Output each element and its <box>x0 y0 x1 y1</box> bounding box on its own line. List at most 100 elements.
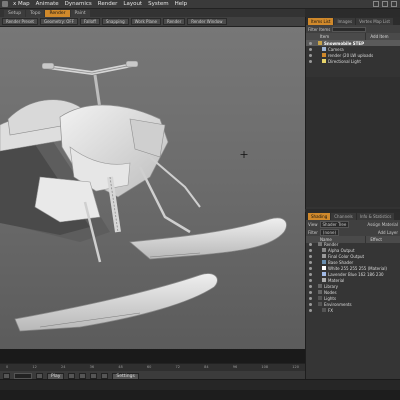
minimize-icon[interactable] <box>373 1 379 7</box>
visibility-eye-icon[interactable] <box>306 41 314 45</box>
menu-dynamics[interactable]: Dynamics <box>62 0 95 9</box>
tab-images[interactable]: Images <box>334 18 356 25</box>
tick-label: 120 <box>292 365 299 369</box>
timeline-ruler[interactable]: 0 12 24 36 48 60 72 84 96 108 120 <box>0 364 305 371</box>
view-label: View <box>308 221 318 227</box>
shader-layer-label-wrap: Nodes <box>314 289 337 295</box>
shader-tree: Render Alpha Output Final Color Output Base… <box>306 241 400 313</box>
render-window-button[interactable]: Render Window <box>187 18 227 25</box>
snowmobile-model <box>0 60 287 332</box>
crosshair-cursor-icon <box>240 151 248 158</box>
menu-system[interactable]: System <box>145 0 172 9</box>
item-label-wrap: Directional Light <box>314 58 361 64</box>
layout-tabs: Setup Topo Render Paint <box>0 9 305 17</box>
command-line[interactable] <box>0 390 400 400</box>
items-list-empty-area[interactable] <box>306 77 400 207</box>
add-item-button[interactable]: Add Item <box>365 33 400 40</box>
geometry-button[interactable]: Geometry: OFF <box>39 18 79 25</box>
shader-layer-type-icon <box>318 301 322 306</box>
close-icon[interactable] <box>391 1 397 7</box>
item-label-wrap: render (20 LW uploads <box>314 52 374 58</box>
shader-layer-label-wrap: Lights <box>314 295 336 301</box>
tick-label: 108 <box>261 365 269 369</box>
work-plane-button[interactable]: Work Plane <box>130 18 161 25</box>
menu-layout[interactable]: Layout <box>120 0 145 9</box>
menu-help[interactable]: Help <box>172 0 191 9</box>
tick-label: 72 <box>175 365 180 369</box>
visibility-eye-icon[interactable] <box>306 302 314 306</box>
tick-label: 48 <box>118 365 123 369</box>
filter-items-label: Filter Items <box>308 26 331 32</box>
shader-layer-type-icon <box>322 247 326 252</box>
items-list-header: Item Add Item <box>306 33 400 40</box>
maximize-icon[interactable] <box>382 1 388 7</box>
tab-channels[interactable]: Channels <box>331 213 356 220</box>
add-layer-button[interactable]: Add Layer <box>378 230 400 235</box>
tick-label: 60 <box>146 365 152 369</box>
timeline[interactable]: 0 12 24 36 48 60 72 84 96 108 120 Play S… <box>0 363 305 380</box>
visibility-eye-icon[interactable] <box>306 254 314 258</box>
items-filter-row: Filter Items <box>306 25 400 33</box>
shader-layer-type-icon <box>318 289 322 294</box>
snapping-button[interactable]: Snapping <box>101 18 129 25</box>
tick-label: 0 <box>6 365 9 369</box>
shader-layer-label-wrap: Render <box>314 241 338 247</box>
item-type-icon <box>322 52 326 57</box>
visibility-eye-icon[interactable] <box>306 266 314 270</box>
item-column-header[interactable]: Item <box>306 33 365 40</box>
item-type-icon <box>318 40 322 45</box>
visibility-eye-icon[interactable] <box>306 47 314 51</box>
shader-layer-label-wrap: Material <box>314 277 345 283</box>
visibility-eye-icon[interactable] <box>306 59 314 63</box>
menu-render[interactable]: Render <box>95 0 121 9</box>
render-preset-button[interactable]: Render Preset <box>2 18 38 25</box>
tab-paint[interactable]: Paint <box>70 10 90 17</box>
tab-items-list[interactable]: Items List <box>308 18 334 25</box>
tab-render[interactable]: Render <box>45 10 70 17</box>
item-label-wrap: Snowmobile STEP <box>314 40 364 46</box>
viewport-toolbar: Render Preset Geometry: OFF Falloff Snap… <box>0 17 305 27</box>
menu-animate[interactable]: Animate <box>33 0 62 9</box>
tab-info-statistics[interactable]: Info & Statistics <box>356 213 395 220</box>
visibility-eye-icon[interactable] <box>306 248 314 252</box>
visibility-eye-icon[interactable] <box>306 53 314 57</box>
visibility-eye-icon[interactable] <box>306 272 314 276</box>
render-button[interactable]: Render <box>163 18 186 25</box>
visibility-eye-icon[interactable] <box>306 308 314 312</box>
shader-layer-label: Nodes <box>324 289 337 295</box>
tab-shading[interactable]: Shading <box>308 213 331 220</box>
tick-label: 24 <box>61 365 66 369</box>
items-list-panel: Items List Images Vertex Map List Filter… <box>305 17 400 209</box>
visibility-eye-icon[interactable] <box>306 242 314 246</box>
shader-layer-row[interactable]: White 255 255 255 (Material) <box>306 265 400 271</box>
visibility-eye-icon[interactable] <box>306 284 314 288</box>
visibility-eye-icon[interactable] <box>306 278 314 282</box>
shader-layer-row[interactable]: FX <box>306 307 400 313</box>
menu-texture-map[interactable]: x Map <box>10 0 33 9</box>
viewport-info-bar <box>0 349 305 363</box>
falloff-button[interactable]: Falloff <box>80 18 100 25</box>
filter-dropdown[interactable]: (none) <box>319 228 340 236</box>
item-label: render (20 LW uploads <box>328 52 374 58</box>
status-bar <box>0 379 400 400</box>
shader-layer-label: Material <box>328 277 345 283</box>
tab-topo[interactable]: Topo <box>26 10 45 17</box>
shader-layer-type-icon <box>318 295 322 300</box>
assign-material-button[interactable]: Assign Material <box>367 222 400 227</box>
shader-layer-label-wrap: Alpha Output <box>314 247 355 253</box>
tab-setup[interactable]: Setup <box>4 10 26 17</box>
visibility-eye-icon[interactable] <box>306 260 314 264</box>
tick-label: 36 <box>89 365 95 369</box>
shader-layer-type-icon <box>318 283 322 288</box>
visibility-eye-icon[interactable] <box>306 290 314 294</box>
item-row[interactable]: Directional Light <box>306 58 400 64</box>
shader-layer-label: Library <box>324 283 338 289</box>
visibility-eye-icon[interactable] <box>306 296 314 300</box>
item-label: Directional Light <box>328 58 361 64</box>
menu-bar: x Map Animate Dynamics Render Layout Sys… <box>0 0 400 9</box>
tab-vertex-map-list[interactable]: Vertex Map List <box>356 18 393 25</box>
filter-items-input[interactable] <box>332 26 367 32</box>
shading-panel: Shading Channels Info & Statistics View … <box>305 212 400 379</box>
view-dropdown[interactable]: Shader Tree <box>319 220 350 228</box>
3d-viewport[interactable] <box>0 27 305 363</box>
